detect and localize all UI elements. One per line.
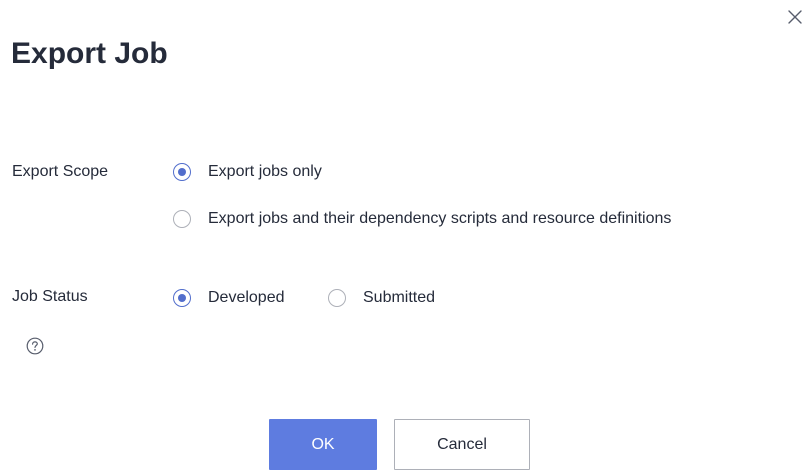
- radio-button[interactable]: [173, 210, 191, 228]
- radio-developed[interactable]: Developed: [173, 288, 285, 308]
- close-icon: [788, 10, 802, 24]
- radio-button[interactable]: [328, 289, 346, 307]
- cancel-button[interactable]: Cancel: [394, 419, 530, 470]
- radio-export-jobs-only[interactable]: Export jobs only: [173, 162, 322, 182]
- dialog-title: Export Job: [11, 37, 168, 70]
- job-status-label: Job Status: [12, 288, 88, 305]
- radio-export-jobs-with-dependencies[interactable]: Export jobs and their dependency scripts…: [173, 209, 671, 229]
- ok-button[interactable]: OK: [269, 419, 377, 470]
- radio-label: Submitted: [363, 289, 436, 306]
- radio-button-checked[interactable]: [173, 163, 191, 181]
- export-scope-label: Export Scope: [12, 163, 109, 180]
- radio-button-checked[interactable]: [173, 289, 191, 307]
- radio-label: Export jobs only: [208, 163, 322, 180]
- export-job-dialog: Export Job Export Scope Export jobs only…: [0, 0, 806, 470]
- close-button[interactable]: [784, 6, 806, 28]
- radio-submitted[interactable]: Submitted: [328, 288, 435, 308]
- radio-label: Export jobs and their dependency scripts…: [208, 210, 672, 227]
- question-circle-icon[interactable]: [26, 337, 44, 355]
- radio-label: Developed: [208, 289, 285, 306]
